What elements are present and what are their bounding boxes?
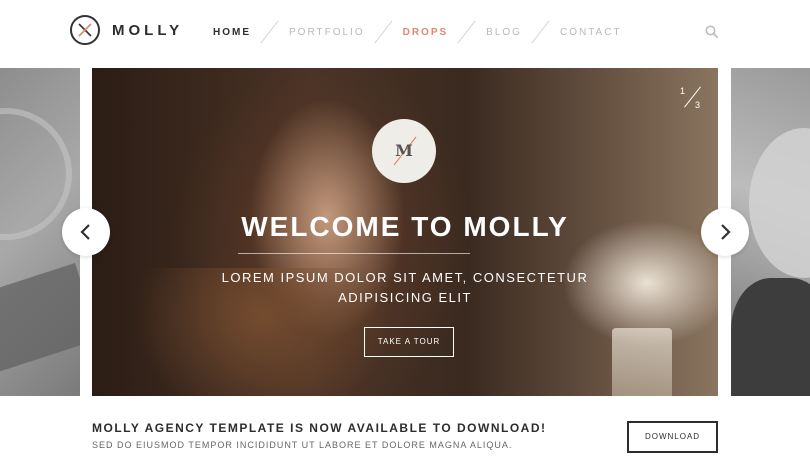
hero-subtitle-line: LOREM IPSUM DOLOR SIT AMET, CONSECTETUR: [221, 270, 589, 285]
nav-separator: [456, 20, 478, 44]
hero-slider: 1 3 M WELCOME TO MOLLY LOREM IPSUM DOLOR…: [0, 68, 810, 396]
nav-separator: [373, 20, 395, 44]
take-a-tour-button[interactable]: TAKE A TOUR: [364, 327, 454, 357]
promo-title: MOLLY AGENCY TEMPLATE IS NOW AVAILABLE T…: [92, 421, 547, 435]
nav-item-portfolio[interactable]: PORTFOLIO: [281, 27, 373, 38]
hero-title: WELCOME TO MOLLY: [241, 211, 569, 242]
promo-subtitle: SED DO EIUSMOD TEMPOR INCIDIDUNT UT LABO…: [92, 440, 513, 450]
molly-logo-icon[interactable]: [70, 15, 100, 45]
slide-counter-total: 3: [695, 100, 701, 110]
search-icon[interactable]: [705, 25, 719, 39]
download-button[interactable]: DOWNLOAD: [627, 421, 718, 453]
brand-name[interactable]: MOLLY: [112, 22, 183, 39]
site-header: MOLLY HOME PORTFOLIO DROPS BLOG CONTACT: [0, 0, 810, 66]
nav-item-home[interactable]: HOME: [205, 27, 259, 38]
badge-letter: M: [395, 141, 413, 160]
slide-counter: 1 3: [680, 86, 704, 110]
main-nav: HOME PORTFOLIO DROPS BLOG CONTACT: [205, 18, 630, 46]
molly-badge-icon: M: [372, 119, 436, 183]
nav-separator: [530, 20, 552, 44]
nav-item-drops[interactable]: DROPS: [395, 27, 457, 38]
hero-divider: [238, 253, 470, 254]
nav-item-contact[interactable]: CONTACT: [552, 27, 630, 38]
slide-counter-current: 1: [680, 86, 686, 96]
nav-separator: [259, 20, 281, 44]
hero-subtitle: LOREM IPSUM DOLOR SIT AMET, CONSECTETUR …: [92, 268, 718, 308]
chevron-right-icon[interactable]: [701, 208, 749, 256]
slide-photo-detail: [612, 328, 672, 396]
nav-item-blog[interactable]: BLOG: [478, 27, 530, 38]
hero-subtitle-line: ADIPISICING ELIT: [338, 290, 472, 305]
chevron-left-icon[interactable]: [62, 208, 110, 256]
